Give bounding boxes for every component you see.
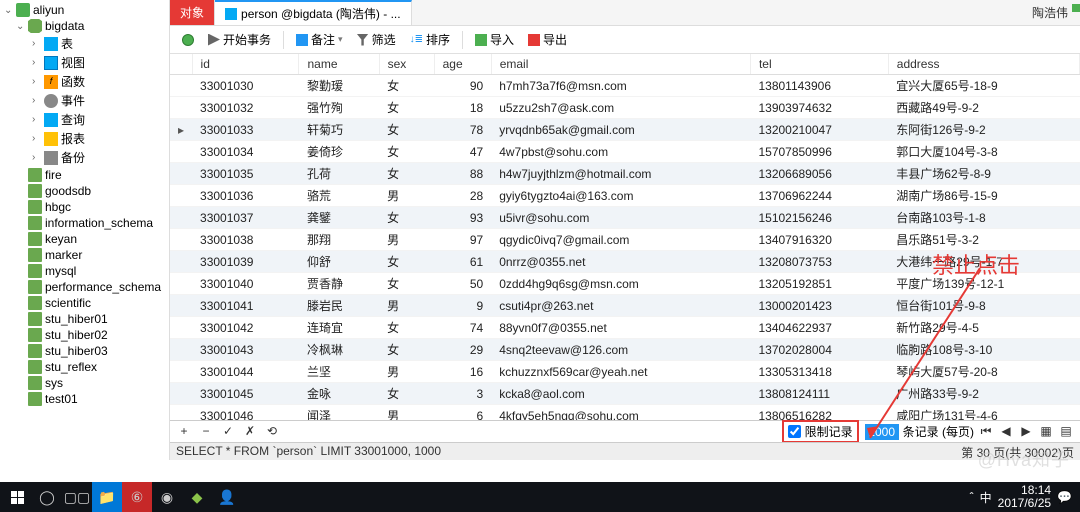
table-row[interactable]: ▸33001033轩菊巧女78yrvqdnb65ak@gmail.com1320… bbox=[170, 119, 1080, 141]
db-node-scientific[interactable]: scientific bbox=[0, 295, 169, 311]
tab-objects[interactable]: 对象 bbox=[170, 0, 215, 25]
db-node-hbgc[interactable]: hbgc bbox=[0, 199, 169, 215]
col-tel[interactable]: tel bbox=[750, 54, 888, 75]
db-node-sys[interactable]: sys bbox=[0, 375, 169, 391]
db-node-performance_schema[interactable]: performance_schema bbox=[0, 279, 169, 295]
tab-bar: 对象 person @bigdata (陶浩伟) - ... bbox=[170, 0, 1080, 26]
table-icon bbox=[225, 8, 237, 20]
sidebar: ⌄aliyun ⌄bigdata ›表 ›视图 ›f函数 ›事件 ›查询 ›报表… bbox=[0, 0, 170, 460]
refresh-button[interactable] bbox=[176, 31, 200, 49]
limit-label: 限制记录 bbox=[805, 423, 853, 440]
limit-records-box: 限制记录 bbox=[782, 420, 859, 443]
table-row[interactable]: 33001035孔荷女88h4w7juyjthlzm@hotmail.com13… bbox=[170, 163, 1080, 185]
ime-indicator[interactable]: 中 bbox=[980, 489, 992, 506]
file-explorer-icon[interactable]: 📁 bbox=[92, 482, 122, 512]
folder-events[interactable]: ›事件 bbox=[0, 91, 169, 110]
col-sex[interactable]: sex bbox=[379, 54, 434, 75]
chrome-icon[interactable]: ◉ bbox=[152, 482, 182, 512]
add-record-button[interactable]: + bbox=[176, 424, 192, 440]
status-dot bbox=[1072, 4, 1080, 12]
table-row[interactable]: 33001036骆荒男28gyiy6tygzto4ai@163.com13706… bbox=[170, 185, 1080, 207]
db-node-fire[interactable]: fire bbox=[0, 167, 169, 183]
cortana-button[interactable]: ◯ bbox=[32, 482, 62, 512]
db-node-stu_reflex[interactable]: stu_reflex bbox=[0, 359, 169, 375]
table-row[interactable]: 33001030黎勤瑷女90h7mh73a7f6@msn.com13801143… bbox=[170, 75, 1080, 97]
grid-view-button[interactable]: ▦ bbox=[1038, 424, 1054, 440]
export-icon bbox=[528, 34, 540, 46]
export-button[interactable]: 导出 bbox=[522, 28, 573, 51]
navicat-icon[interactable]: ◆ bbox=[182, 482, 212, 512]
form-view-button[interactable]: ▤ bbox=[1058, 424, 1074, 440]
taskbar: ◯ ▢▢ 📁 ⑥ ◉ ◆ 👤 ˆ 中 18:14 2017/6/25 💬 bbox=[0, 482, 1080, 512]
folder-backup[interactable]: ›备份 bbox=[0, 148, 169, 167]
action-center-icon[interactable]: 💬 bbox=[1057, 490, 1072, 504]
task-view-button[interactable]: ▢▢ bbox=[62, 482, 92, 512]
app-icon-1[interactable]: ⑥ bbox=[122, 482, 152, 512]
db-node-goodsdb[interactable]: goodsdb bbox=[0, 183, 169, 199]
table-row[interactable]: 33001037龚鐾女93u5ivr@sohu.com15102156246台南… bbox=[170, 207, 1080, 229]
limit-checkbox[interactable] bbox=[788, 425, 801, 438]
filter-icon bbox=[357, 34, 369, 46]
folder-reports[interactable]: ›报表 bbox=[0, 129, 169, 148]
db-node-test01[interactable]: test01 bbox=[0, 391, 169, 407]
db-node-stu_hiber01[interactable]: stu_hiber01 bbox=[0, 311, 169, 327]
play-icon bbox=[208, 34, 220, 46]
db-node-mysql[interactable]: mysql bbox=[0, 263, 169, 279]
col-email[interactable]: email bbox=[491, 54, 750, 75]
start-button[interactable] bbox=[2, 482, 32, 512]
sort-button[interactable]: ↓≣排序 bbox=[404, 28, 456, 51]
delete-record-button[interactable]: − bbox=[198, 424, 214, 440]
sql-text: SELECT * FROM `person` LIMIT 33001000, 1… bbox=[176, 444, 441, 459]
tray-arrow[interactable]: ˆ bbox=[970, 490, 974, 504]
col-address[interactable]: address bbox=[888, 54, 1079, 75]
db-node-information_schema[interactable]: information_schema bbox=[0, 215, 169, 231]
db-node-keyan[interactable]: keyan bbox=[0, 231, 169, 247]
import-button[interactable]: 导入 bbox=[469, 28, 520, 51]
db-node-stu_hiber02[interactable]: stu_hiber02 bbox=[0, 327, 169, 343]
watermark: @Hva知乎 bbox=[978, 446, 1070, 472]
annotation-arrow bbox=[865, 268, 1005, 448]
app-icon-2[interactable]: 👤 bbox=[212, 482, 242, 512]
table-row[interactable]: 33001032强竹殉女18u5zzu2sh7@ask.com139039746… bbox=[170, 97, 1080, 119]
import-icon bbox=[475, 34, 487, 46]
user-label: 陶浩伟 bbox=[1032, 4, 1068, 21]
refresh-icon bbox=[182, 34, 194, 46]
tab-person[interactable]: person @bigdata (陶浩伟) - ... bbox=[215, 0, 412, 25]
cancel-edit-button[interactable]: ✗ bbox=[242, 424, 258, 440]
filter-button[interactable]: 筛选 bbox=[351, 28, 402, 51]
col-age[interactable]: age bbox=[434, 54, 491, 75]
col-id[interactable]: id bbox=[192, 54, 299, 75]
db-node[interactable]: ⌄bigdata bbox=[0, 18, 169, 34]
folder-functions[interactable]: ›f函数 bbox=[0, 72, 169, 91]
db-node-marker[interactable]: marker bbox=[0, 247, 169, 263]
apply-button[interactable]: ✓ bbox=[220, 424, 236, 440]
clock[interactable]: 18:14 2017/6/25 bbox=[998, 484, 1051, 510]
next-page-button[interactable]: ▶ bbox=[1018, 424, 1034, 440]
folder-queries[interactable]: ›查询 bbox=[0, 110, 169, 129]
folder-tables[interactable]: ›表 bbox=[0, 34, 169, 53]
server-node[interactable]: ⌄aliyun bbox=[0, 2, 169, 18]
folder-views[interactable]: ›视图 bbox=[0, 53, 169, 72]
memo-button[interactable]: 备注▾ bbox=[290, 28, 349, 51]
col-name[interactable]: name bbox=[299, 54, 379, 75]
toolbar: 开始事务 备注▾ 筛选 ↓≣排序 导入 导出 bbox=[170, 26, 1080, 54]
sort-icon: ↓≣ bbox=[410, 34, 423, 45]
refresh-grid-button[interactable]: ⟲ bbox=[264, 424, 280, 440]
table-row[interactable]: 33001034姜倚珍女474w7pbst@sohu.com1570785099… bbox=[170, 141, 1080, 163]
db-node-stu_hiber03[interactable]: stu_hiber03 bbox=[0, 343, 169, 359]
begin-transaction-button[interactable]: 开始事务 bbox=[202, 28, 277, 51]
text-icon bbox=[296, 34, 308, 46]
